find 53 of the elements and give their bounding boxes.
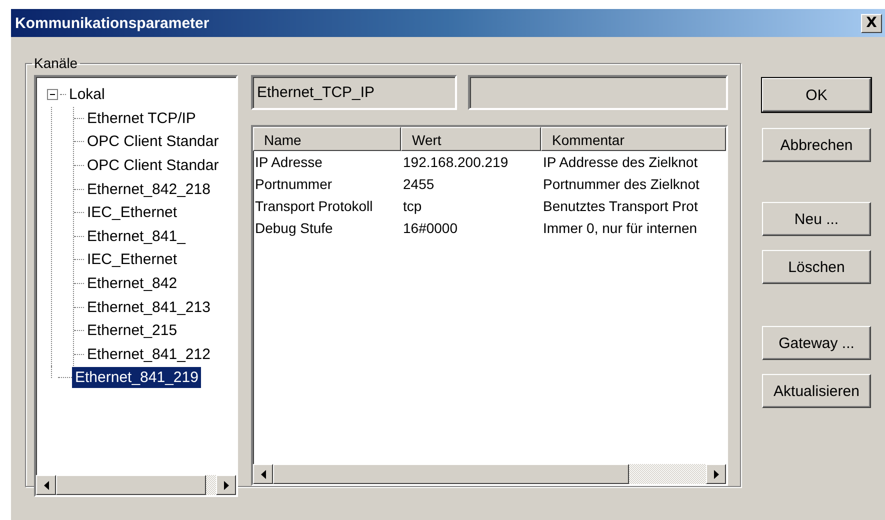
tree-item[interactable]: IEC_Ethernet (84, 202, 180, 224)
column-header[interactable]: Wert (401, 126, 541, 151)
tree-item[interactable]: Ethernet_842_218 (84, 178, 214, 200)
tree-item[interactable]: Ethernet_841_212 (84, 344, 214, 365)
channel-name-field[interactable]: Ethernet_TCP_IP (251, 75, 457, 110)
table-cell-text: 192.168.200.219 (402, 154, 510, 170)
table-cell-text: Debug Stufe (254, 220, 334, 236)
horizontal-scrollbar[interactable] (253, 464, 726, 484)
dialog-button[interactable]: OK (762, 78, 871, 112)
table-cell-text: 2455 (402, 176, 436, 192)
tree-item[interactable]: Ethernet_215 (84, 320, 180, 342)
table-cell-text: IP Addresse des Zielknot (542, 154, 699, 170)
column-header[interactable]: Kommentar (541, 126, 726, 151)
right-arrow-icon (714, 470, 718, 478)
table-cell-text: Portnummer des Zielknot (542, 176, 700, 192)
column-header[interactable]: Name (253, 126, 401, 151)
scroll-left-button[interactable] (36, 475, 56, 495)
tree-item[interactable]: Ethernet TCP/IP (84, 108, 199, 129)
scroll-right-button[interactable] (706, 464, 726, 484)
table-cell-text: tcp (402, 198, 423, 214)
table-cell-text: Benutztes Transport Prot (542, 198, 699, 214)
left-arrow-icon (44, 480, 48, 490)
dialog-button[interactable]: Aktualisieren (762, 374, 871, 408)
close-button[interactable]: X (861, 14, 882, 32)
tree-item[interactable]: OPC Client Standar (84, 131, 222, 152)
table-cell-text: Transport Protokoll (254, 198, 374, 214)
tree-item[interactable]: Ethernet_842 (84, 273, 180, 294)
table-cell-text: IP Adresse (254, 154, 324, 170)
scrollbar-thumb[interactable] (56, 475, 206, 495)
tree-item[interactable]: Ethernet_841_219 (72, 367, 202, 388)
scrollbar-track[interactable] (206, 475, 216, 495)
dialog-button[interactable]: Abbrechen (762, 128, 871, 162)
channel-info-field[interactable] (468, 75, 728, 110)
window-title: Kommunikationsparameter (15, 14, 210, 32)
dialog-button[interactable]: Gateway ... (762, 326, 871, 360)
right-arrow-icon (224, 480, 228, 490)
dialog-button[interactable]: Neu ... (762, 202, 871, 236)
tree-item[interactable]: IEC_Ethernet (84, 249, 180, 270)
tree-item[interactable]: Lokal (66, 84, 108, 106)
tree-item[interactable]: Ethernet_841_213 (84, 296, 214, 318)
table-cell-text: Portnummer (254, 176, 334, 192)
scroll-left-button[interactable] (253, 464, 273, 484)
tree-item[interactable]: Ethernet_841_ (84, 226, 188, 247)
collapse-icon[interactable] (47, 89, 58, 100)
dialog-button[interactable]: Löschen (762, 250, 871, 284)
group-label: Kanäle (33, 55, 79, 71)
tree-item[interactable]: OPC Client Standar (84, 155, 222, 176)
left-arrow-icon (260, 470, 266, 478)
horizontal-scrollbar[interactable] (36, 475, 236, 495)
table-cell-text: Immer 0, nur für internen (542, 220, 698, 236)
table-cell-text: 16#0000 (402, 220, 459, 236)
scroll-right-button[interactable] (216, 475, 236, 495)
scrollbar-thumb[interactable] (273, 464, 629, 484)
